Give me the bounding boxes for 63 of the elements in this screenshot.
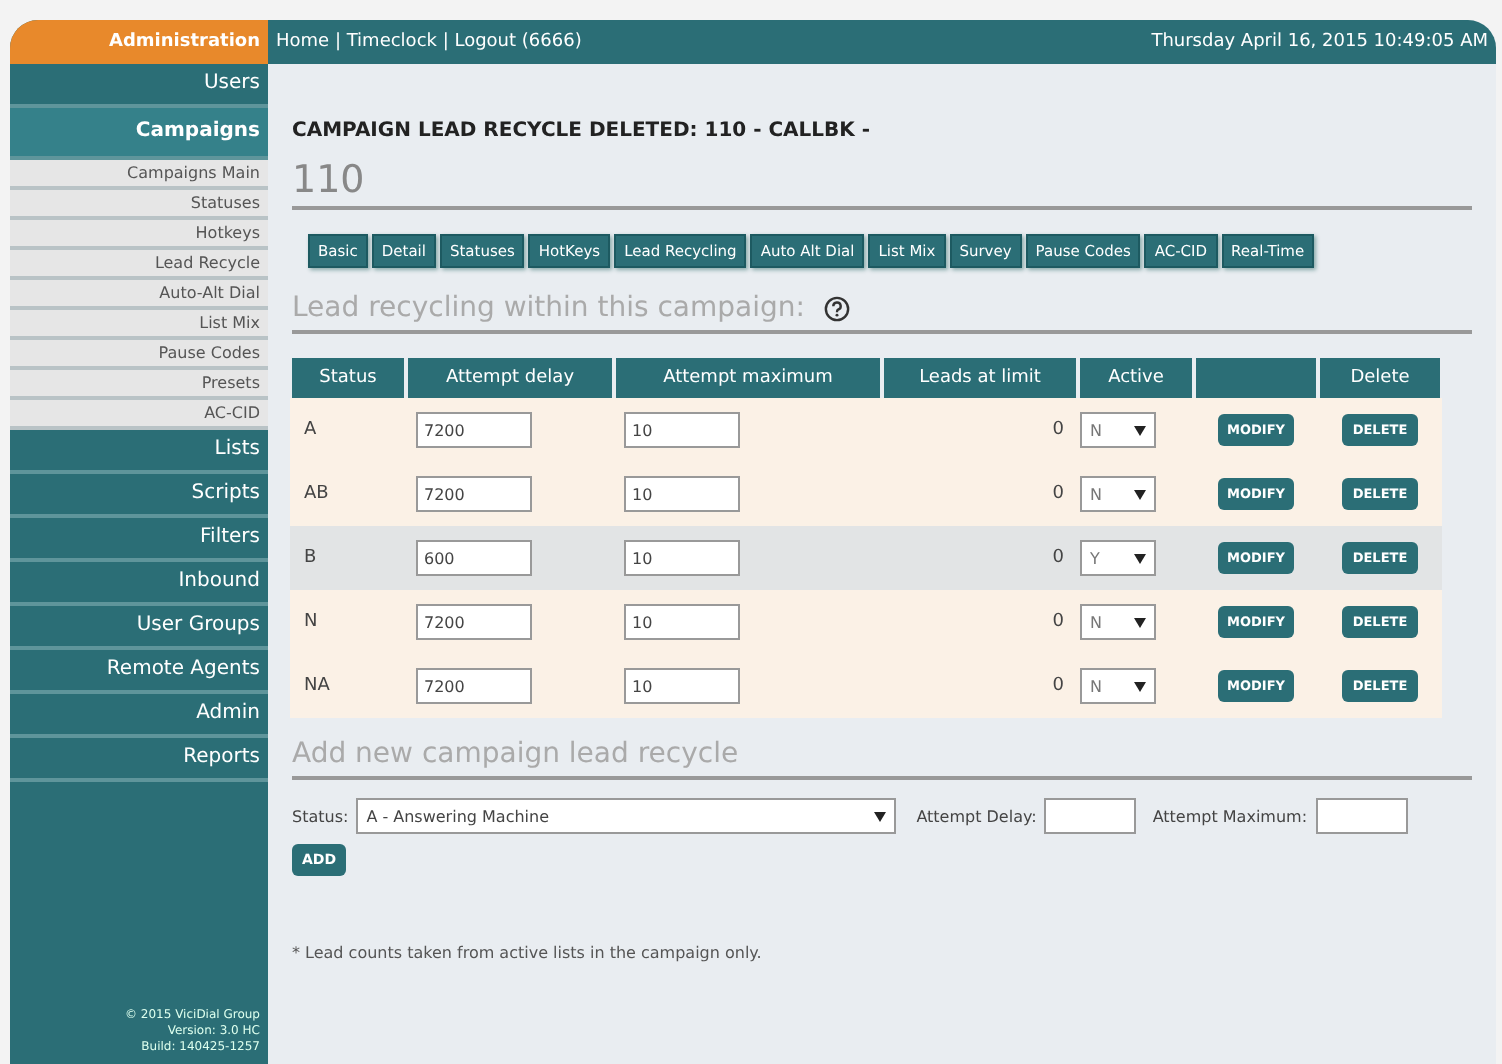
section-title: Lead recycling within this campaign: [292,292,805,324]
caret-icon [1134,553,1146,563]
column-header [1196,358,1316,398]
delay-input[interactable]: 7200 [416,476,532,512]
campaign-id: 110 [292,158,1472,210]
maximum-input[interactable]: 10 [624,604,740,640]
caret-icon [1134,617,1146,627]
table-cell-text: B [302,548,317,568]
footnote: * Lead counts taken from active lists in the campaign only. [292,944,764,962]
caret-icon [1134,489,1146,499]
maximum-input[interactable]: 10 [624,540,740,576]
maximum-input[interactable]: 10 [624,476,740,512]
table-cell-text: N [302,612,318,632]
caret-icon [1134,425,1146,435]
column-header: Attempt maximum [616,358,880,398]
active-select[interactable]: N [1080,412,1156,448]
sidebar-item[interactable]: Lead Recycle [10,250,268,280]
sidebar-item[interactable]: Statuses [10,190,268,220]
status-label: Status: [292,807,349,825]
active-select[interactable]: N [1080,668,1156,704]
column-header: Delete [1320,358,1440,398]
maximum-input[interactable]: 10 [624,412,740,448]
status-message: CAMPAIGN LEAD RECYCLE DELETED: 110 - CALLBK - [292,120,873,142]
table-cell-text: AB [302,484,329,504]
sidebar-item[interactable]: Presets [10,370,268,400]
table-cell: 0 [1052,612,1064,632]
column-header: Active [1080,358,1192,398]
maximum-input[interactable]: 10 [624,668,740,704]
status-dropdown[interactable]: A - Answering Machine [356,798,897,834]
delay-input[interactable]: 7200 [416,604,532,640]
sidebar-item[interactable]: Campaigns [10,108,268,160]
table-cell-text: A [302,420,317,440]
table-cell: 0 [1052,484,1064,504]
maximum-label: Attempt Maximum: [1152,807,1308,825]
sidebar-item[interactable]: List Mix [10,310,268,340]
delay-input[interactable] [1044,798,1137,834]
active-select[interactable]: N [1080,476,1156,512]
caret-icon [874,811,887,821]
delay-label: Attempt Delay: [916,807,1037,825]
sidebar-item[interactable]: Hotkeys [10,220,268,250]
active-select[interactable]: N [1080,604,1156,640]
table-cell: 0 [1052,548,1064,568]
sidebar-item[interactable]: Auto-Alt Dial [10,280,268,310]
table-cell: 0 [1052,676,1064,696]
maximum-input[interactable] [1315,798,1408,834]
column-header: Attempt delay [408,358,612,398]
section-title: Add new campaign lead recycle [292,738,1472,780]
date-time: Thursday April 16, 2015 10:49:05 AM [1151,32,1488,52]
delay-input[interactable]: 600 [416,540,532,576]
caret-icon [1134,681,1146,691]
brand-label: Administration [10,20,268,64]
delay-input[interactable]: 7200 [416,412,532,448]
sidebar-item[interactable]: Campaigns Main [10,160,268,190]
sidebar-item[interactable]: AC-CID [10,400,268,430]
column-header: Leads at limit [884,358,1076,398]
active-select[interactable]: Y [1080,540,1156,576]
table-cell: 0 [1052,420,1064,440]
sidebar-item[interactable]: Pause Codes [10,340,268,370]
table-cell-text: NA [302,676,330,696]
delay-input[interactable]: 7200 [416,668,532,704]
column-header: Status [292,358,404,398]
top-nav-links[interactable]: Home | Timeclock | Logout (6666) [276,32,582,52]
help-icon[interactable] [824,295,851,321]
